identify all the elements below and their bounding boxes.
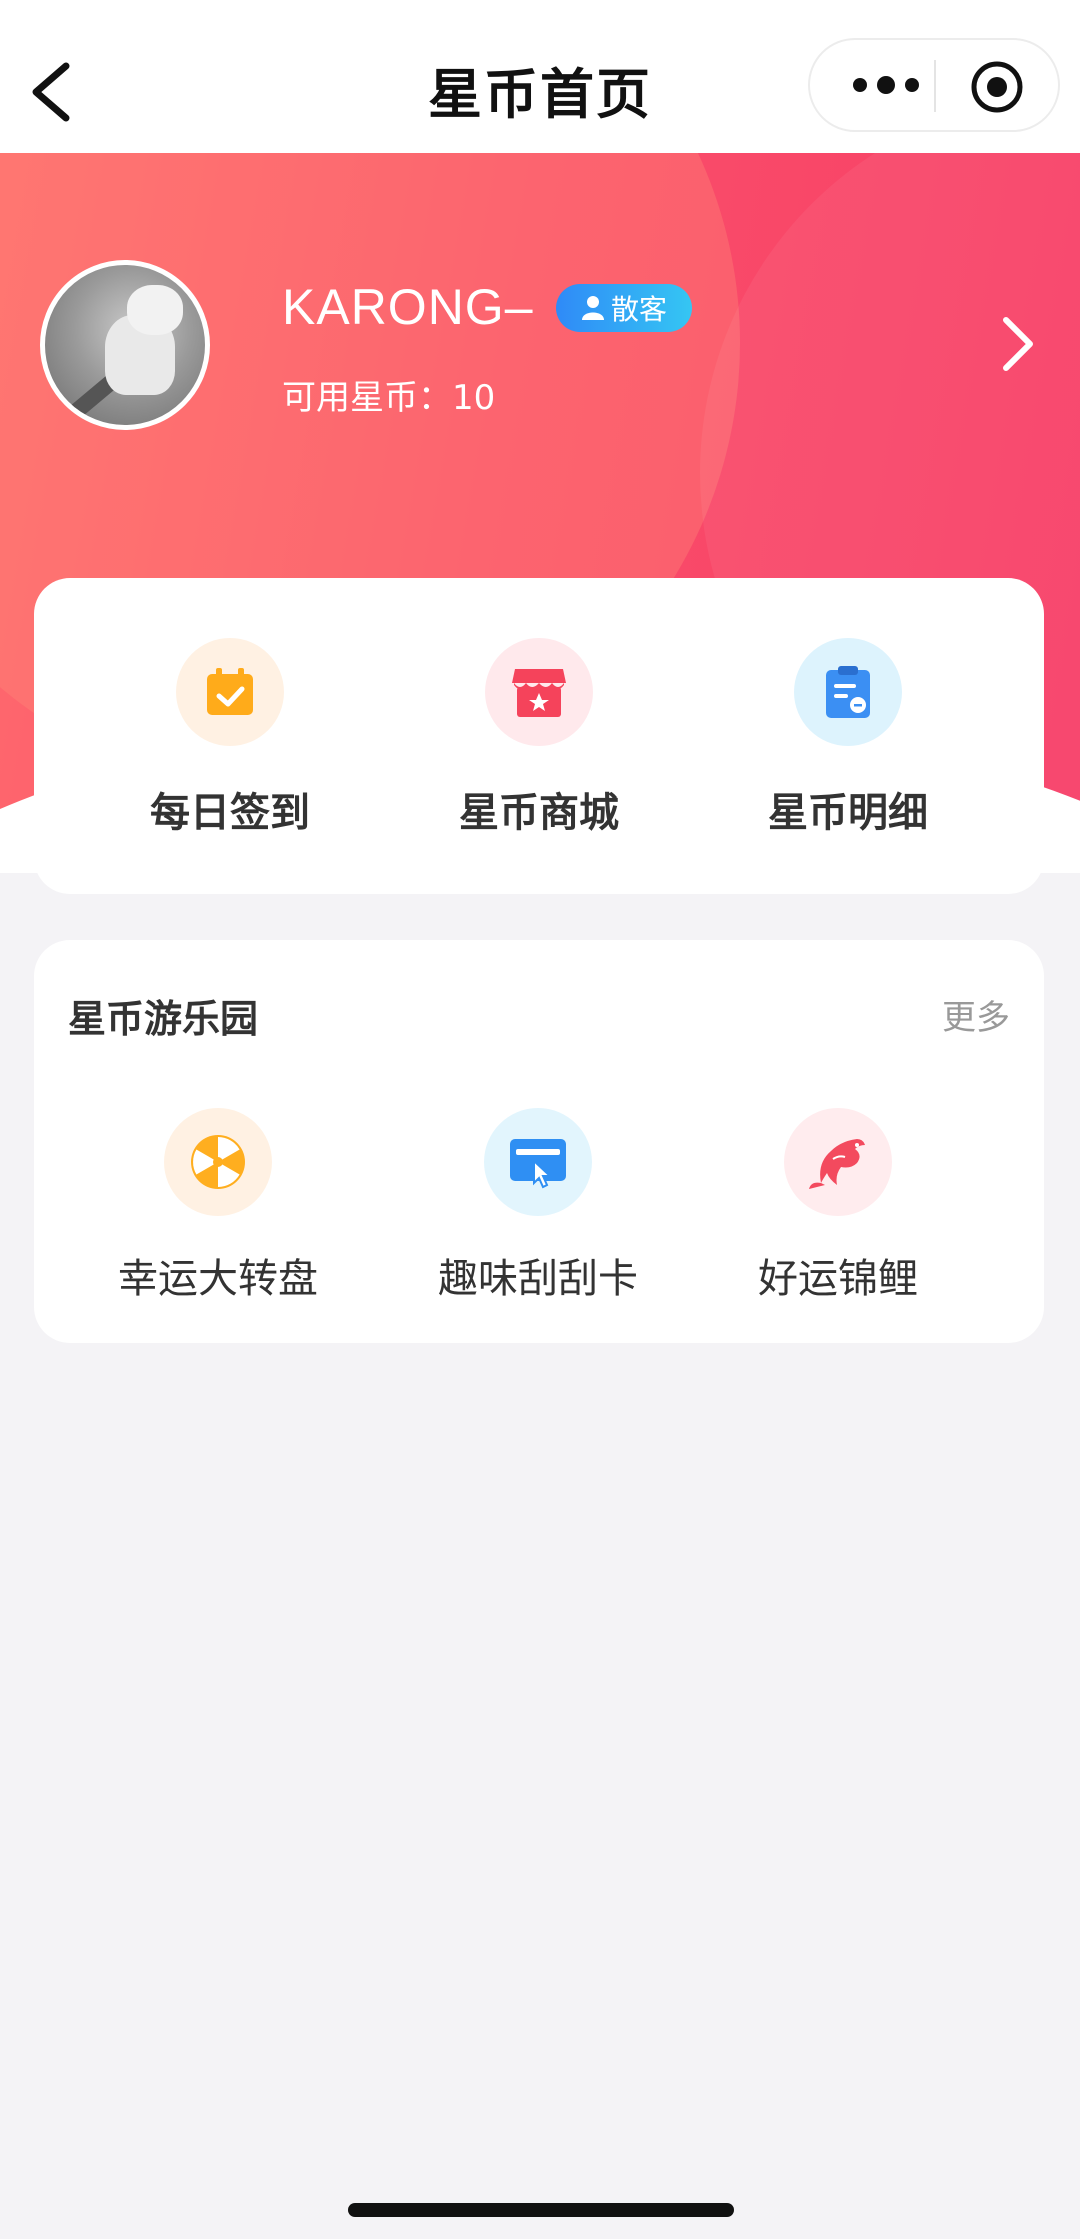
park-item-label: 好运锦鲤 [758, 1256, 918, 1302]
more-link[interactable]: 更多 [942, 990, 1010, 1039]
member-level-badge: 散客 [556, 284, 692, 332]
park-item-label: 幸运大转盘 [118, 1256, 318, 1302]
balance-label: 可用星币： [282, 378, 452, 418]
mini-program-capsule [808, 38, 1060, 132]
park-item-scratch-card[interactable]: 趣味刮刮卡 [408, 1108, 668, 1304]
park-item-label: 趣味刮刮卡 [438, 1256, 638, 1302]
target-circle-icon[interactable] [970, 60, 1024, 114]
icon-circle [794, 638, 902, 746]
username: KARONG– [282, 279, 534, 335]
quick-action-coin-shop[interactable]: 星币商城 [419, 638, 659, 838]
avatar-photo-detail [127, 285, 183, 335]
quick-action-coin-detail[interactable]: 星币明细 [728, 638, 968, 838]
capsule-divider [934, 60, 936, 112]
more-dots-icon[interactable] [846, 62, 926, 108]
icon-circle [484, 1108, 592, 1216]
wheel-icon [191, 1135, 245, 1189]
icon-circle [164, 1108, 272, 1216]
quick-action-daily-checkin[interactable]: 每日签到 [110, 638, 350, 838]
koi-fish-icon [809, 1139, 865, 1189]
avatar[interactable] [40, 260, 210, 430]
person-icon [581, 296, 604, 320]
balance-text: 可用星币：10 [282, 370, 495, 419]
badge-label: 散客 [610, 293, 667, 326]
home-indicator [348, 2203, 734, 2217]
coin-park-card: 星币游乐园 更多 幸运大转盘 趣味刮刮卡 好运锦鲤 [34, 940, 1044, 1343]
icon-circle [784, 1108, 892, 1216]
top-nav-bar: 星币首页 [0, 0, 1080, 153]
chevron-right-icon[interactable] [998, 312, 1038, 376]
park-item-lucky-wheel[interactable]: 幸运大转盘 [88, 1108, 348, 1304]
section-title: 星币游乐园 [68, 997, 259, 1041]
park-item-lucky-koi[interactable]: 好运锦鲤 [708, 1108, 968, 1304]
quick-action-label: 每日签到 [150, 790, 310, 836]
calendar-check-icon [207, 668, 253, 715]
shop-store-icon [512, 669, 566, 717]
clipboard-detail-icon [826, 666, 870, 718]
quick-action-label: 星币明细 [768, 790, 928, 836]
icon-circle [176, 638, 284, 746]
quick-actions-card: 每日签到 星币商城 星币明细 [34, 578, 1044, 894]
quick-action-label: 星币商城 [459, 790, 619, 836]
balance-value: 10 [452, 378, 496, 418]
icon-circle [485, 638, 593, 746]
scratch-card-icon [510, 1139, 566, 1189]
